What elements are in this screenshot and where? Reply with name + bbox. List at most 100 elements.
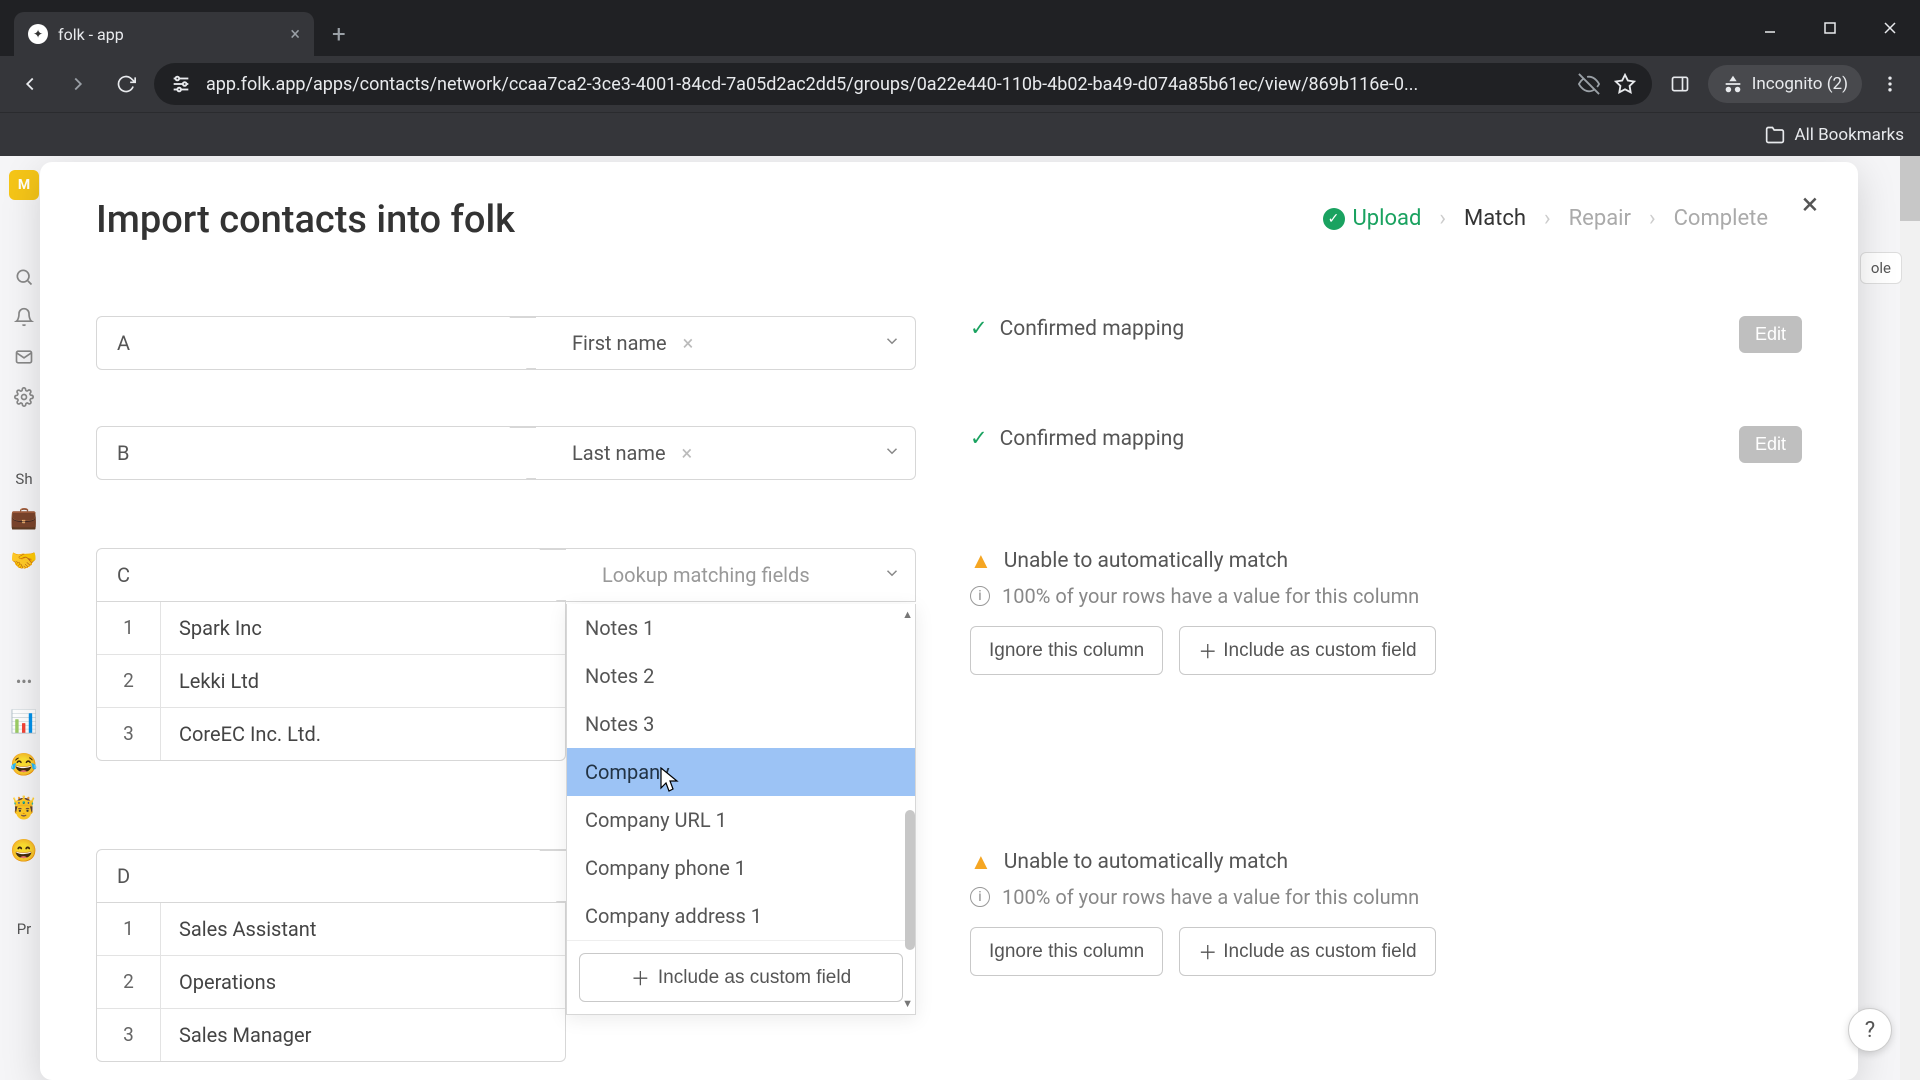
dropdown-option[interactable]: Notes 3 <box>567 700 915 748</box>
ignore-column-button[interactable]: Ignore this column <box>970 927 1163 976</box>
status-info: i 100% of your rows have a value for thi… <box>970 885 1802 909</box>
dropdown-option[interactable]: Company <box>567 748 915 796</box>
new-tab-button[interactable]: + <box>314 20 364 56</box>
column-letter: D <box>96 849 566 903</box>
browser-tab[interactable]: ✦ folk - app × <box>14 12 314 56</box>
edit-button[interactable]: Edit <box>1739 426 1802 463</box>
import-modal: × Import contacts into folk ✓ Upload › M… <box>40 162 1858 1080</box>
ignore-column-button[interactable]: Ignore this column <box>970 626 1163 675</box>
field-select[interactable]: Last name × <box>536 426 916 480</box>
mapping-row: C Lookup matching fields 1Spark Inc2Lekk… <box>96 534 1802 775</box>
plus-icon: ＋ <box>1198 637 1217 664</box>
clear-icon[interactable]: × <box>677 331 700 355</box>
dropdown-option[interactable]: Company address 1 <box>567 892 915 940</box>
window-close-button[interactable] <box>1860 0 1920 56</box>
nav-reload-button[interactable] <box>106 64 146 104</box>
mail-icon[interactable] <box>13 346 35 368</box>
bookmark-star-icon[interactable] <box>1614 73 1636 95</box>
browser-menu-button[interactable] <box>1870 64 1910 104</box>
bookmarks-bar: All Bookmarks <box>0 112 1920 156</box>
dropdown-option[interactable]: Company phone 1 <box>567 844 915 892</box>
include-custom-field-button[interactable]: ＋ Include as custom field <box>579 953 903 1002</box>
dropdown-option[interactable]: Notes 2 <box>567 652 915 700</box>
page-scrollbar[interactable] <box>1900 156 1920 1080</box>
bookmarks-folder-icon[interactable] <box>1765 125 1785 145</box>
search-icon[interactable] <box>13 266 35 288</box>
window-maximize-button[interactable] <box>1800 0 1860 56</box>
sidebar-group-icon[interactable]: 😄 <box>10 839 37 864</box>
dropdown-option[interactable]: Company URL 1 <box>567 796 915 844</box>
chevron-right-icon: › <box>1649 206 1656 231</box>
workspace-avatar[interactable]: M <box>9 170 39 200</box>
sidebar-group-icon[interactable]: 💼 <box>10 506 37 531</box>
preview-row-value: Sales Manager <box>161 1009 565 1061</box>
edit-button[interactable]: Edit <box>1739 316 1802 353</box>
info-icon: i <box>970 586 990 606</box>
tab-title: folk - app <box>58 25 124 44</box>
plus-icon: ＋ <box>1198 938 1217 965</box>
check-icon: ✓ <box>1323 208 1345 230</box>
sidebar-group-icon[interactable]: 😂 <box>10 753 37 778</box>
url-text: app.folk.app/apps/contacts/network/ccaa7… <box>206 74 1564 95</box>
column-letter: C <box>96 548 566 602</box>
nav-back-button[interactable] <box>10 64 50 104</box>
field-dropdown[interactable]: ▲ Notes 1Notes 2Notes 3CompanyCompany UR… <box>566 604 916 1015</box>
browser-toolbar: app.folk.app/apps/contacts/network/ccaa7… <box>0 56 1920 112</box>
window-minimize-button[interactable] <box>1740 0 1800 56</box>
preview-row-index: 2 <box>97 655 161 707</box>
preview-row-index: 1 <box>97 602 161 654</box>
site-settings-icon[interactable] <box>170 73 192 95</box>
status-unmatched: ▲ Unable to automatically match <box>970 548 1802 574</box>
nav-forward-button[interactable] <box>58 64 98 104</box>
status-info: i 100% of your rows have a value for thi… <box>970 584 1802 608</box>
sidebar-section-label: Sh <box>15 470 32 488</box>
dropdown-option[interactable]: Notes 1 <box>567 604 915 652</box>
preview-row-value: Operations <box>161 956 565 1008</box>
preview-row: 2Operations <box>97 955 565 1008</box>
column-preview-table: 1Sales Assistant2Operations3Sales Manage… <box>96 903 566 1062</box>
app-viewport: ole M Sh 💼 🤝 ••• 📊 😂 🤴 😄 Pr × Import con… <box>0 156 1920 1080</box>
background-toolbar-chip: ole <box>1860 252 1902 284</box>
preview-row: 3Sales Manager <box>97 1008 565 1061</box>
mapping-row: D 1Sales Assistant2Operations3Sales Mana… <box>96 835 1802 1076</box>
incognito-indicator[interactable]: Incognito (2) <box>1708 65 1862 103</box>
more-icon[interactable]: ••• <box>13 670 35 692</box>
warning-icon: ▲ <box>970 548 992 574</box>
sidebar-group-icon[interactable]: 🤝 <box>10 549 37 574</box>
step-upload: ✓ Upload <box>1323 206 1422 231</box>
incognito-label: Incognito (2) <box>1752 74 1848 94</box>
step-complete: Complete <box>1674 206 1768 231</box>
chevron-right-icon: › <box>1439 206 1446 231</box>
mapping-row: B Last name × ✓ Confirmed mapping <box>96 412 1802 494</box>
include-custom-field-button[interactable]: ＋Include as custom field <box>1179 927 1435 976</box>
chevron-down-icon[interactable] <box>883 332 901 354</box>
dropdown-scrollbar[interactable] <box>903 610 915 1004</box>
sidebar-group-icon[interactable]: 📊 <box>10 710 37 735</box>
column-letter: B <box>96 426 536 480</box>
eye-off-icon[interactable] <box>1578 73 1600 95</box>
modal-close-button[interactable]: × <box>1792 186 1828 222</box>
help-button[interactable]: ? <box>1848 1008 1892 1052</box>
all-bookmarks-label[interactable]: All Bookmarks <box>1795 125 1904 145</box>
chevron-down-icon[interactable] <box>883 442 901 464</box>
preview-row-value: CoreEC Inc. Ltd. <box>161 708 565 760</box>
info-icon: i <box>970 887 990 907</box>
tab-close-icon[interactable]: × <box>290 24 300 45</box>
clear-icon[interactable]: × <box>676 441 699 465</box>
preview-row-index: 3 <box>97 708 161 760</box>
warning-icon: ▲ <box>970 849 992 875</box>
bell-icon[interactable] <box>13 306 35 328</box>
side-panel-icon[interactable] <box>1660 64 1700 104</box>
address-bar[interactable]: app.folk.app/apps/contacts/network/ccaa7… <box>154 63 1652 105</box>
gear-icon[interactable] <box>13 386 35 408</box>
include-custom-field-button[interactable]: ＋Include as custom field <box>1179 626 1435 675</box>
sidebar-group-icon[interactable]: 🤴 <box>10 796 37 821</box>
field-value: Last name <box>572 441 666 465</box>
preview-row-value: Lekki Ltd <box>161 655 565 707</box>
field-select[interactable]: First name × <box>536 316 916 370</box>
status-confirmed: ✓ Confirmed mapping <box>970 316 1685 341</box>
preview-row: 2Lekki Ltd <box>97 654 565 707</box>
chevron-right-icon: › <box>1544 206 1551 231</box>
field-select[interactable]: Lookup matching fields <box>566 548 916 602</box>
chevron-down-icon[interactable] <box>883 564 901 586</box>
